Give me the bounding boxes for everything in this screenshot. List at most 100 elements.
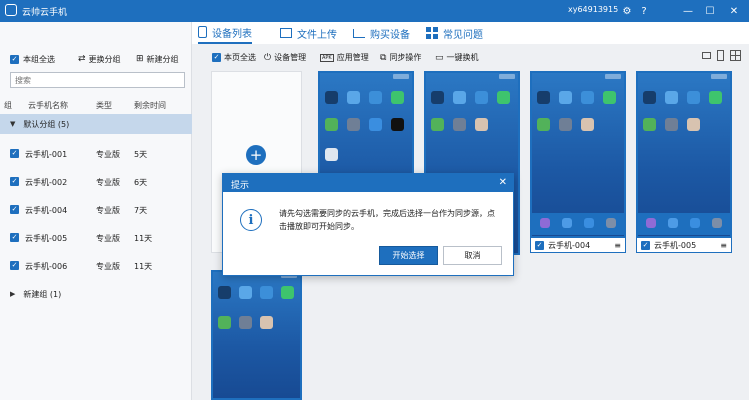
app-icon xyxy=(475,118,488,131)
menu-icon[interactable]: ≡ xyxy=(614,241,621,250)
checkbox-checked-icon[interactable]: ✓ xyxy=(10,54,19,64)
minimize-icon[interactable]: — xyxy=(680,3,696,19)
app-icon xyxy=(218,316,231,329)
phone-screen-5[interactable] xyxy=(211,270,302,400)
tab-file-upload[interactable]: 文件上传 xyxy=(280,22,337,44)
device-type: 专业版 xyxy=(96,178,120,187)
phone-screen-3[interactable] xyxy=(530,71,626,238)
title-bar: 云帅云手机 xy64913915 ⚙ ? — ☐ ✕ xyxy=(0,0,749,22)
device-name: 云手机-006 xyxy=(25,262,68,271)
app-icon xyxy=(369,91,382,104)
close-icon[interactable]: ✕ xyxy=(726,3,742,19)
close-icon[interactable]: ✕ xyxy=(499,177,507,188)
col-type: 类型 xyxy=(96,101,112,110)
add-folder-icon: ⊞ xyxy=(136,54,144,64)
app-icon xyxy=(431,91,444,104)
device-caption-004[interactable]: ✓ 云手机-004 ≡ xyxy=(530,237,626,253)
change-group-button[interactable]: ⇄ 更换分组 xyxy=(78,50,121,68)
app-icon xyxy=(239,286,252,299)
settings-icon[interactable]: ⚙ xyxy=(619,3,635,19)
device-name: 云手机-005 xyxy=(25,234,68,243)
one-key-switch-button[interactable]: ▭ 一键换机 xyxy=(435,52,479,63)
new-group-label: 新建分组 xyxy=(146,54,179,64)
checkbox-checked-icon[interactable]: ✓ xyxy=(10,261,19,270)
group-label: 新建组 (1) xyxy=(23,289,62,299)
table-row[interactable]: ✓ 云手机-001 专业版 5天 xyxy=(0,145,192,163)
app-management-label: 应用管理 xyxy=(336,53,369,62)
device-name: 云手机-001 xyxy=(25,150,68,159)
help-icon[interactable]: ? xyxy=(636,3,652,19)
dock-icon xyxy=(668,218,678,228)
checkbox-checked-icon[interactable]: ✓ xyxy=(212,53,221,62)
app-icon xyxy=(581,91,594,104)
device-name: 云手机-004 xyxy=(25,206,68,215)
phone-screen-4[interactable] xyxy=(636,71,732,238)
dock xyxy=(638,213,730,235)
checkbox-checked-icon[interactable]: ✓ xyxy=(10,177,19,186)
checkbox-checked-icon[interactable]: ✓ xyxy=(535,240,544,250)
table-row[interactable]: ✓ 云手机-005 专业版 11天 xyxy=(0,229,192,247)
dock-icon xyxy=(606,218,616,228)
tab-buy-device[interactable]: 购买设备 xyxy=(353,22,410,44)
new-group-button[interactable]: ⊞ 新建分组 xyxy=(136,50,179,68)
dock-icon xyxy=(690,218,700,228)
telegram-icon xyxy=(453,118,466,131)
view-small-icon[interactable] xyxy=(730,50,741,61)
search-input[interactable] xyxy=(10,72,185,88)
chevron-right-icon: ▶ xyxy=(10,290,16,298)
folder-icon xyxy=(280,28,292,38)
dock-icon xyxy=(584,218,594,228)
device-caption-label: 云手机-004 xyxy=(548,240,591,250)
tab-device-list[interactable]: 设备列表 xyxy=(198,22,252,44)
checkbox-checked-icon[interactable]: ✓ xyxy=(10,149,19,158)
device-management-button[interactable]: ⏻ 设备管理 xyxy=(264,52,306,63)
phone-icon xyxy=(198,26,207,38)
select-all-group[interactable]: ✓ 本组全选 xyxy=(10,50,55,68)
cancel-button[interactable]: 取消 xyxy=(443,246,502,265)
view-large-icon[interactable] xyxy=(702,52,711,59)
checkbox-checked-icon[interactable]: ✓ xyxy=(10,233,19,242)
checkbox-checked-icon[interactable]: ✓ xyxy=(10,205,19,214)
plus-icon[interactable]: + xyxy=(246,145,266,165)
app-icon xyxy=(260,316,273,329)
dock-icon xyxy=(540,218,550,228)
app-icon xyxy=(325,148,338,161)
maximize-icon[interactable]: ☐ xyxy=(702,3,718,19)
checkbox-checked-icon[interactable]: ✓ xyxy=(641,240,650,250)
device-name: 云手机-002 xyxy=(25,178,68,187)
play-store-icon xyxy=(709,91,722,104)
select-page-toggle[interactable]: ✓ 本页全选 xyxy=(212,52,256,63)
app-icon xyxy=(643,118,656,131)
user-account[interactable]: xy64913915 xyxy=(568,5,618,14)
device-caption-005[interactable]: ✓ 云手机-005 ≡ xyxy=(636,237,732,253)
switch-icon: ▭ xyxy=(435,52,444,63)
app-management-button[interactable]: APK 应用管理 xyxy=(320,52,369,63)
tab-label: 常见问题 xyxy=(443,29,483,41)
app-icon xyxy=(687,118,700,131)
app-icon xyxy=(665,91,678,104)
app-icon xyxy=(325,118,338,131)
app-logo-icon xyxy=(5,4,17,16)
tab-faq[interactable]: 常见问题 xyxy=(426,22,483,44)
group-new[interactable]: ▶ 新建组 (1) xyxy=(10,285,61,303)
group-label: 默认分组 (5) xyxy=(23,119,70,129)
telegram-icon xyxy=(347,118,360,131)
dock-icon xyxy=(712,218,722,228)
group-default[interactable]: ▼ 默认分组 (5) xyxy=(0,114,192,134)
status-bar xyxy=(711,74,727,79)
col-name: 云手机名称 xyxy=(28,101,68,110)
table-row[interactable]: ✓ 云手机-004 专业版 7天 xyxy=(0,201,192,219)
app-icon xyxy=(431,118,444,131)
sync-operation-button[interactable]: ⧉ 同步操作 xyxy=(380,52,421,63)
menu-icon[interactable]: ≡ xyxy=(720,241,727,250)
table-row[interactable]: ✓ 云手机-002 专业版 6天 xyxy=(0,173,192,191)
view-medium-icon[interactable] xyxy=(717,50,724,61)
start-select-button[interactable]: 开始选择 xyxy=(379,246,438,265)
app-icon xyxy=(643,91,656,104)
grid-icon xyxy=(426,27,438,39)
col-remaining: 剩余时间 xyxy=(134,101,166,110)
col-group: 组 xyxy=(4,101,12,110)
device-time: 7天 xyxy=(134,206,148,215)
app-icon xyxy=(391,118,404,131)
table-row[interactable]: ✓ 云手机-006 专业版 11天 xyxy=(0,257,192,275)
